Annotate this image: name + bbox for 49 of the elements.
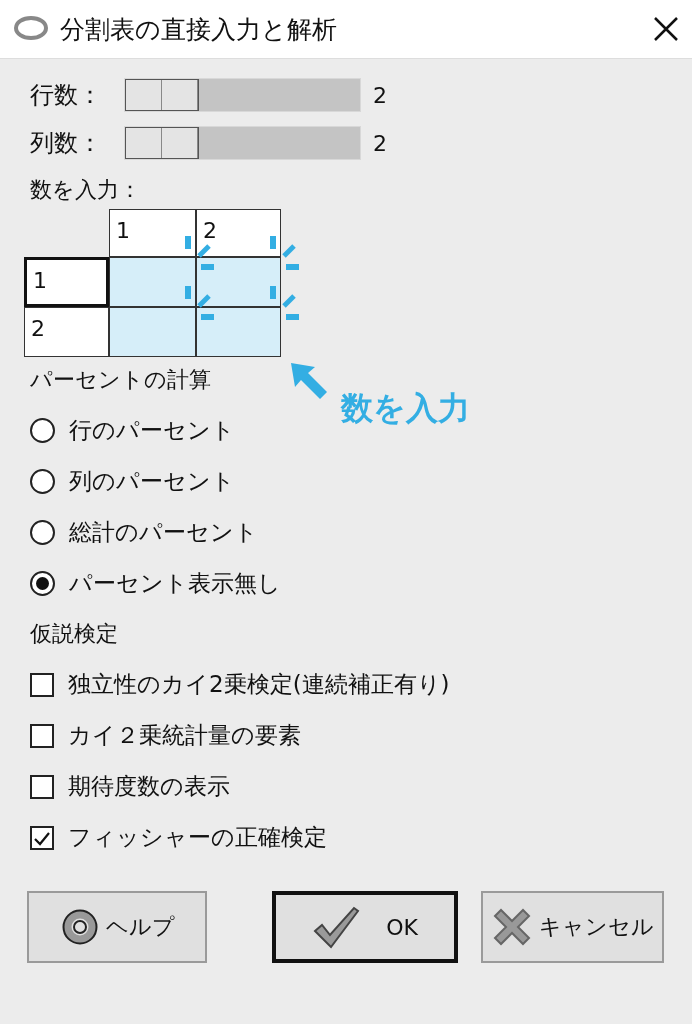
slider-thumb[interactable] [125,79,199,111]
dialog-button[interactable]: キャンセル [481,891,664,963]
checkbox-label[interactable]: フィッシャーの正確検定 [68,822,327,853]
radio-label[interactable]: 列のパーセント [69,466,235,497]
slider-thumb[interactable] [125,127,199,159]
checkbox-label[interactable]: カイ２乗統計量の要素 [68,720,301,751]
column-header-field[interactable]: 1 [109,209,196,257]
cross-icon [491,906,533,948]
slider[interactable] [124,78,361,112]
checkbox-label[interactable]: 期待度数の表示 [68,771,230,802]
slider-label: 列数： [30,128,103,159]
checkbox[interactable] [30,774,54,799]
cell-input-field[interactable] [196,257,281,307]
section-heading: パーセントの計算 [30,366,211,394]
app-logo-icon [14,15,48,43]
slider[interactable] [124,126,361,160]
checkbox[interactable] [30,723,54,748]
row-header-field[interactable]: 1 [24,257,109,307]
radio-button[interactable] [30,520,55,545]
section-heading: 仮説検定 [30,620,118,648]
cell-input-field[interactable] [109,257,196,307]
checkbox[interactable] [30,672,54,697]
cell-input-field[interactable] [196,307,281,357]
sparkle-icon [185,286,214,320]
checkbox[interactable] [30,825,54,850]
radio-button[interactable] [30,418,55,443]
cell-input-field[interactable] [109,307,196,357]
radio-button[interactable] [30,571,55,596]
slider-value: 2 [373,130,387,156]
checkmark-icon [312,905,361,949]
dialog-button[interactable]: OK [272,891,458,963]
row-header-field[interactable]: 2 [24,307,109,357]
dialog-button[interactable]: ヘルプ [27,891,207,963]
radio-label[interactable]: パーセント表示無し [69,568,281,599]
sparkle-icon [185,236,214,270]
slider-value: 2 [373,82,387,108]
window-title: 分割表の直接入力と解析 [60,13,338,46]
close-icon[interactable] [652,15,680,43]
arrow-icon [289,361,329,401]
sparkle-icon [270,286,299,320]
column-header-field[interactable]: 2 [196,209,281,257]
table-label: 数を入力： [30,176,142,204]
radio-label[interactable]: 行のパーセント [69,415,235,446]
callout-text: 数を入力 [341,388,470,429]
slider-label: 行数： [30,80,103,111]
radio-button[interactable] [30,469,55,494]
radio-label[interactable]: 総計のパーセント [69,517,258,548]
checkbox-label[interactable]: 独立性のカイ2乗検定(連続補正有り) [68,669,450,700]
sparkle-icon [270,236,299,270]
